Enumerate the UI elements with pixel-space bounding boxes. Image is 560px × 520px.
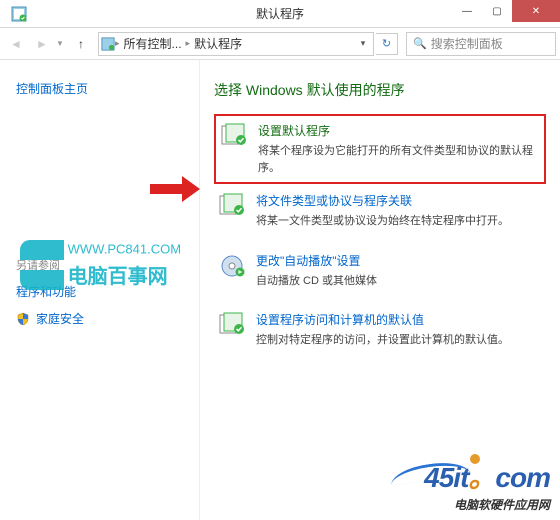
close-button[interactable]: ✕ (512, 0, 560, 22)
window-icon (8, 3, 30, 25)
search-placeholder: 搜索控制面板 (431, 35, 503, 52)
option-desc: 将某个程序设为它能打开的所有文件类型和协议的默认程序。 (258, 143, 540, 176)
option-desc: 控制对特定程序的访问，并设置此计算机的默认值。 (256, 332, 509, 349)
main-panel: 选择 Windows 默认使用的程序 设置默认程序 将某个程序设为它能打开的所有… (200, 60, 560, 520)
address-icon (101, 37, 115, 51)
option-program-access[interactable]: 设置程序访问和计算机的默认值 控制对特定程序的访问，并设置此计算机的默认值。 (214, 311, 546, 349)
address-bar[interactable]: ▸ 所有控制... ▸ 默认程序 ▾ (98, 32, 374, 56)
option-associate[interactable]: 将文件类型或协议与程序关联 将某一文件类型或协议设为始终在特定程序中打开。 (214, 192, 546, 230)
option-autoplay[interactable]: 更改"自动播放"设置 自动播放 CD 或其他媒体 (214, 252, 546, 290)
window-title: 默认程序 (256, 5, 304, 22)
sidebar-link-programs[interactable]: 程序和功能 (16, 283, 183, 300)
back-button[interactable]: ◄ (4, 32, 28, 56)
option-desc: 将某一文件类型或协议设为始终在特定程序中打开。 (256, 213, 509, 230)
up-button[interactable]: ↑ (70, 33, 92, 55)
breadcrumb-2[interactable]: 默认程序 (190, 35, 246, 52)
programs-icon (218, 311, 246, 339)
address-dropdown[interactable]: ▾ (355, 38, 371, 49)
window-controls: — ▢ ✕ (452, 0, 560, 22)
page-heading: 选择 Windows 默认使用的程序 (214, 80, 546, 100)
programs-icon (220, 122, 248, 150)
refresh-button[interactable]: ↻ (376, 33, 398, 55)
control-panel-home-link[interactable]: 控制面板主页 (16, 80, 183, 97)
minimize-button[interactable]: — (452, 0, 482, 22)
titlebar: 默认程序 — ▢ ✕ (0, 0, 560, 28)
option-title: 设置程序访问和计算机的默认值 (256, 311, 509, 328)
option-title: 将文件类型或协议与程序关联 (256, 192, 509, 209)
option-title: 设置默认程序 (258, 122, 540, 139)
option-desc: 自动播放 CD 或其他媒体 (256, 273, 377, 290)
option-title: 更改"自动播放"设置 (256, 252, 377, 269)
history-dropdown[interactable]: ▼ (56, 39, 68, 48)
navbar: ◄ ► ▼ ↑ ▸ 所有控制... ▸ 默认程序 ▾ ↻ 🔍 搜索控制面板 (0, 28, 560, 60)
autoplay-icon (218, 252, 246, 280)
breadcrumb-1[interactable]: 所有控制... (120, 35, 186, 52)
forward-button[interactable]: ► (30, 32, 54, 56)
search-icon: 🔍 (413, 37, 427, 50)
sidebar: 控制面板主页 另请参阅 程序和功能 家庭安全 (0, 60, 200, 520)
programs-icon (218, 192, 246, 220)
search-input[interactable]: 🔍 搜索控制面板 (406, 32, 556, 56)
option-set-default[interactable]: 设置默认程序 将某个程序设为它能打开的所有文件类型和协议的默认程序。 (214, 114, 546, 184)
content: 控制面板主页 另请参阅 程序和功能 家庭安全 选择 Windows 默认使用的程… (0, 60, 560, 520)
sidebar-link-label: 家庭安全 (36, 310, 84, 327)
sidebar-link-family-safety[interactable]: 家庭安全 (16, 310, 183, 327)
see-also-label: 另请参阅 (16, 257, 183, 273)
maximize-button[interactable]: ▢ (482, 0, 512, 22)
shield-icon (16, 312, 30, 326)
